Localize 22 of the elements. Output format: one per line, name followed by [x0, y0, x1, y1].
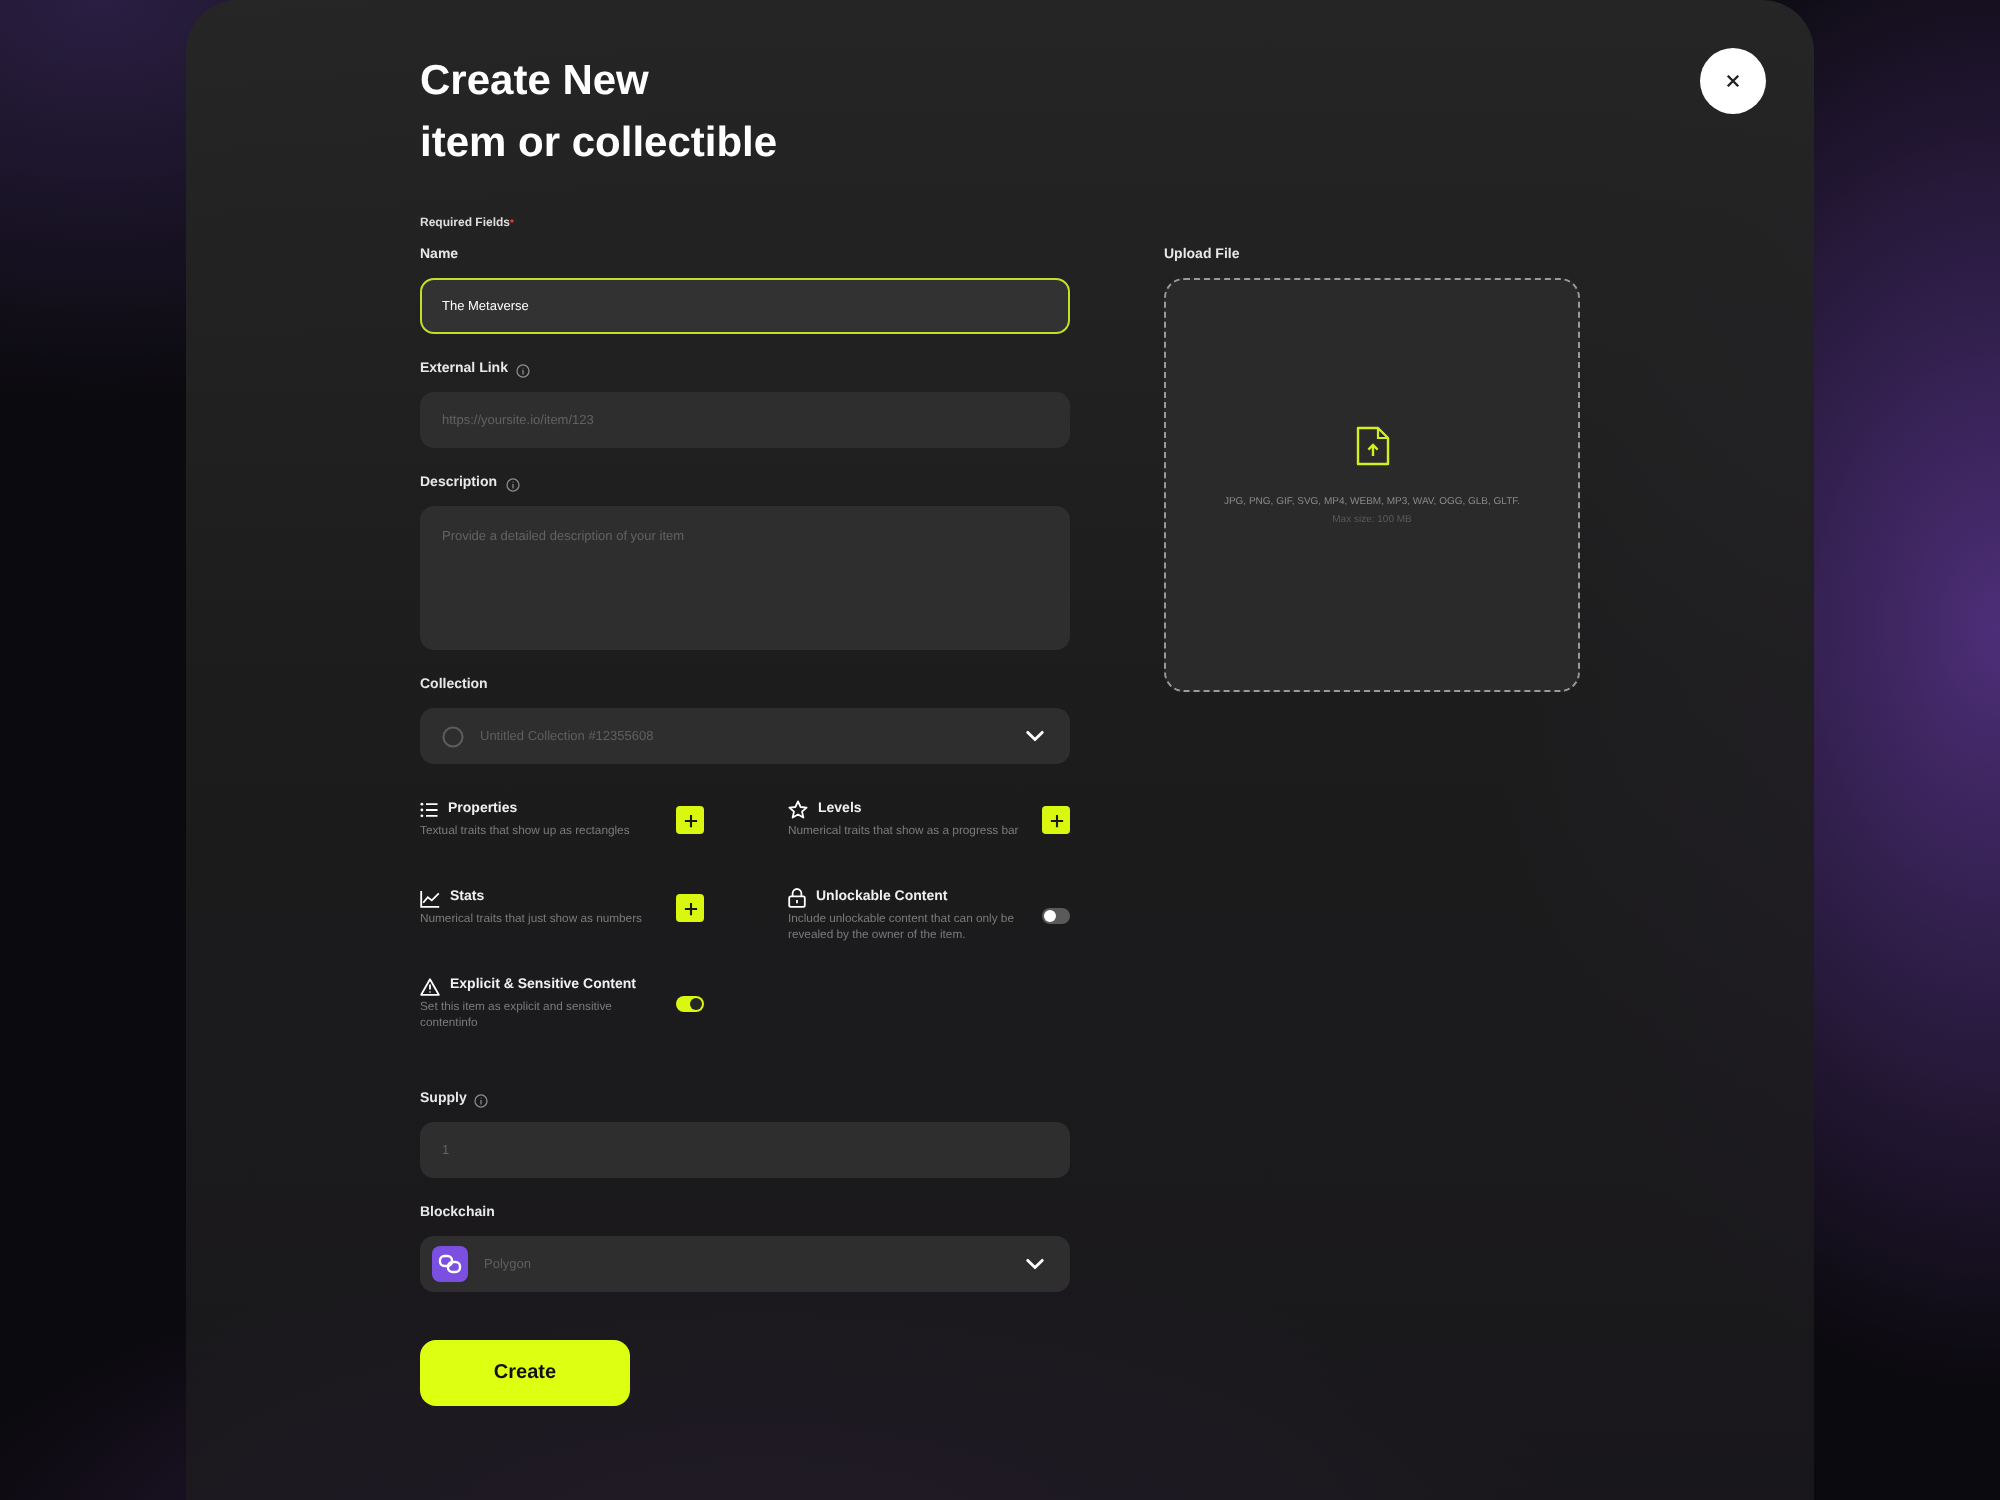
- page-title: Create New item or collectible: [420, 56, 778, 170]
- star-icon: [788, 800, 808, 820]
- create-button[interactable]: Create: [420, 1340, 630, 1406]
- line-chart-icon: [420, 889, 440, 907]
- close-button[interactable]: [1700, 48, 1766, 114]
- list-icon: [420, 802, 438, 818]
- add-button[interactable]: [676, 806, 704, 834]
- warning-icon: [420, 977, 440, 995]
- add-button[interactable]: [676, 894, 704, 922]
- chain-link-icon: [432, 1246, 468, 1282]
- plus-icon: [1049, 813, 1063, 827]
- chevron-down-icon: [1026, 730, 1044, 742]
- toggle-switch[interactable]: [1042, 908, 1070, 924]
- add-button[interactable]: [1042, 806, 1070, 834]
- plus-icon: [683, 813, 697, 827]
- file-upload-icon: [1355, 426, 1389, 466]
- plus-icon: [683, 901, 697, 915]
- toggle-switch[interactable]: [676, 996, 704, 1012]
- chevron-down-icon: [1026, 1258, 1044, 1270]
- lock-icon: [788, 888, 806, 908]
- close-icon: [1726, 74, 1740, 88]
- circle-icon: [442, 725, 464, 747]
